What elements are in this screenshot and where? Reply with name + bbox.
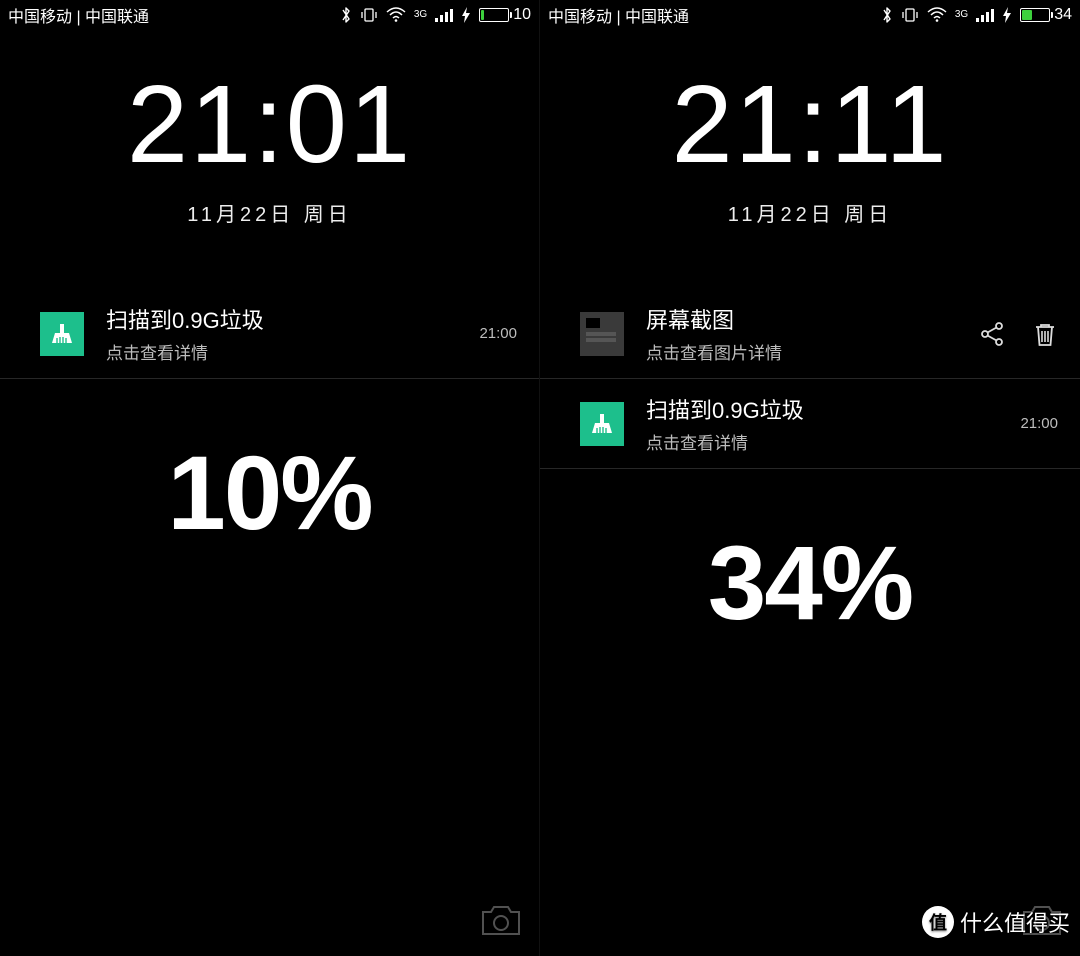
left-screenshot: 中国移动 | 中国联通 3G 10 21:01 11月22日 周日: [0, 0, 540, 956]
share-icon[interactable]: [978, 320, 1006, 348]
battery-text: 10: [513, 6, 531, 24]
notification-time: 21:00: [1020, 415, 1058, 432]
wifi-icon: [927, 7, 947, 23]
signal-icon: [976, 8, 994, 22]
notification-item[interactable]: 屏幕截图 点击查看图片详情: [540, 289, 1080, 379]
carrier-label: 中国移动 | 中国联通: [8, 3, 340, 27]
bluetooth-icon: [340, 6, 352, 24]
lock-clock: 21:01: [0, 70, 539, 180]
notification-subtitle: 点击查看详情: [646, 429, 990, 454]
lock-clock: 21:11: [540, 70, 1080, 180]
notification-subtitle: 点击查看图片详情: [646, 339, 956, 364]
notification-title: 屏幕截图: [646, 303, 956, 335]
battery-icon: [479, 8, 509, 22]
status-bar: 中国移动 | 中国联通 3G 10: [0, 0, 539, 30]
carrier-label: 中国移动 | 中国联通: [548, 3, 881, 27]
broom-icon: [40, 312, 84, 356]
network-label: 3G: [414, 10, 427, 20]
screenshot-thumbnail-icon: [580, 312, 624, 356]
watermark-text: 什么值得买: [960, 906, 1070, 938]
vibrate-icon: [360, 7, 378, 23]
notification-title: 扫描到0.9G垃圾: [106, 303, 449, 335]
trash-icon[interactable]: [1032, 320, 1058, 348]
network-label: 3G: [955, 10, 968, 20]
signal-icon: [435, 8, 453, 22]
right-screenshot: 中国移动 | 中国联通 3G 34 21:11 11月22日 周日: [540, 0, 1080, 956]
camera-shortcut[interactable]: [479, 902, 523, 938]
broom-icon: [580, 402, 624, 446]
battery-icon: [1020, 8, 1050, 22]
battery-percent-overlay: 10%: [0, 434, 539, 554]
bluetooth-icon: [881, 6, 893, 24]
notification-title: 扫描到0.9G垃圾: [646, 393, 990, 425]
charging-icon: [461, 7, 471, 23]
battery-percent-overlay: 34%: [540, 524, 1080, 644]
status-bar: 中国移动 | 中国联通 3G 34: [540, 0, 1080, 30]
lock-date: 11月22日 周日: [540, 198, 1080, 227]
vibrate-icon: [901, 7, 919, 23]
notification-item[interactable]: 扫描到0.9G垃圾 点击查看详情 21:00: [0, 289, 539, 379]
watermark: 值 什么值得买: [922, 906, 1070, 938]
charging-icon: [1002, 7, 1012, 23]
watermark-badge: 值: [922, 906, 954, 938]
notification-time: 21:00: [479, 325, 517, 342]
notification-item[interactable]: 扫描到0.9G垃圾 点击查看详情 21:00: [540, 379, 1080, 469]
lock-date: 11月22日 周日: [0, 198, 539, 227]
notification-subtitle: 点击查看详情: [106, 339, 449, 364]
battery-text: 34: [1054, 6, 1072, 24]
wifi-icon: [386, 7, 406, 23]
